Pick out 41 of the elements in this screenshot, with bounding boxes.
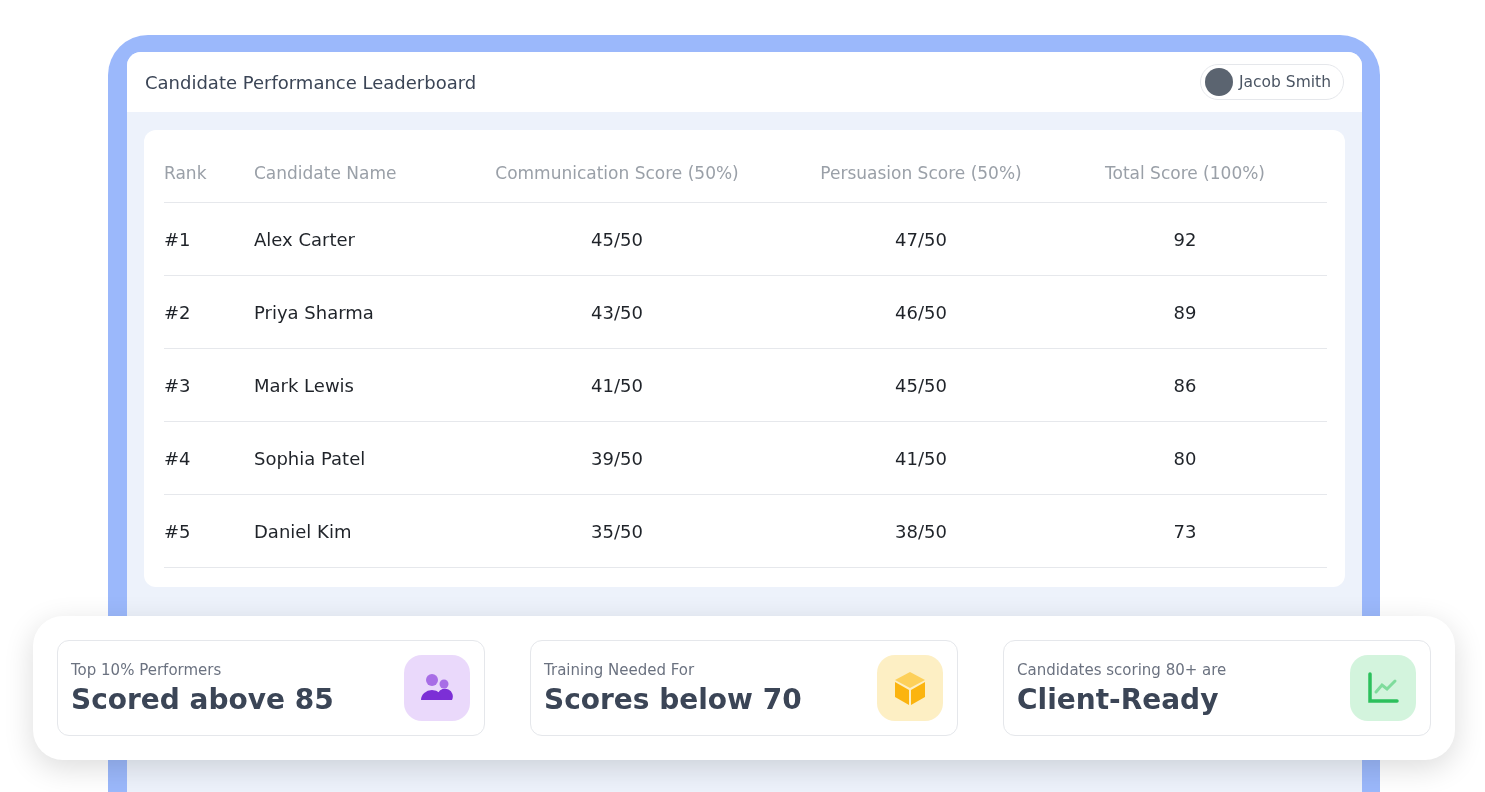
stat-label: Top 10% Performers <box>71 660 223 679</box>
stat-label: Training Needed For <box>544 660 696 679</box>
column-header: Rank <box>164 163 208 183</box>
table-cell-text: 39/50 <box>590 447 644 469</box>
stat-label: Candidates scoring 80+ are <box>1017 660 1227 679</box>
column-header: Persuasion Score (50%) <box>819 163 1023 183</box>
table-cell-text: 47/50 <box>894 228 948 250</box>
table-cell-text: Priya Sharma <box>254 301 375 323</box>
page-title: Candidate Performance Leaderboard <box>145 71 477 93</box>
stat-value: Scores below 70 <box>544 682 802 716</box>
table-cell-text: 80 <box>1172 447 1198 469</box>
table-cell-text: Mark Lewis <box>254 374 355 396</box>
column-header: Communication Score (50%) <box>494 163 740 183</box>
stat-value: Client-Ready <box>1017 682 1220 716</box>
table-cell-text: 89 <box>1172 301 1198 323</box>
table-cell-text: 45/50 <box>590 228 644 250</box>
table-cell-text: #2 <box>164 301 192 323</box>
cube-icon <box>893 670 927 706</box>
table-cell-text: Sophia Patel <box>254 447 367 469</box>
table-cell-text: #1 <box>164 228 192 250</box>
table-cell-text: Daniel Kim <box>254 520 353 542</box>
column-header: Candidate Name <box>254 163 398 183</box>
table-cell-text: 38/50 <box>894 520 948 542</box>
table-cell-text: #3 <box>164 374 192 396</box>
table-cell-text: 43/50 <box>590 301 644 323</box>
table-cell-text: 86 <box>1172 374 1198 396</box>
table-cell-text: 41/50 <box>894 447 948 469</box>
table-cell-text: 92 <box>1172 228 1198 250</box>
table-cell-text: 35/50 <box>590 520 644 542</box>
table-cell-text: Alex Carter <box>254 228 356 250</box>
table-cell-text: #5 <box>164 520 192 542</box>
people-icon <box>419 673 455 703</box>
column-header: Total Score (100%) <box>1104 163 1266 183</box>
line-chart-icon <box>1367 672 1399 704</box>
stat-value: Scored above 85 <box>71 682 334 716</box>
table-cell-text: #4 <box>164 447 192 469</box>
avatar <box>1205 68 1233 96</box>
table-cell-text: 41/50 <box>590 374 644 396</box>
table-cell-text: 73 <box>1172 520 1198 542</box>
table-cell-text: 45/50 <box>894 374 948 396</box>
table-cell-text: 46/50 <box>894 301 948 323</box>
